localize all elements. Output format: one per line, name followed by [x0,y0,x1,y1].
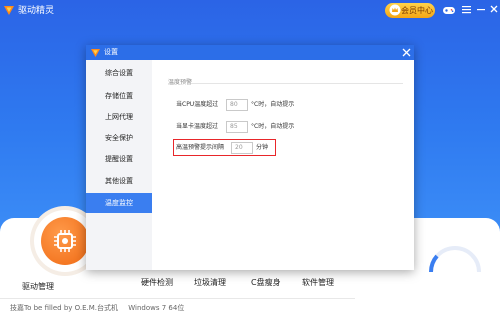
dialog-logo-icon [91,49,100,57]
nav-c-slim[interactable]: C盘瘦身 [251,277,281,289]
interval-input[interactable]: 20 [231,142,253,154]
menu-icon[interactable] [461,4,472,15]
gauge-icon [428,246,481,273]
footer-system-info: 技嘉To be filled by O.E.M.台式机 Windows 7 64… [10,303,192,313]
gamepad-icon[interactable] [442,3,456,17]
footer-model: 技嘉To be filled by O.E.M.台式机 [10,304,119,312]
interval-suffix: 分钟 [256,144,269,151]
nav-junk-clean[interactable]: 垃圾清理 [194,277,226,289]
gpu-temp-label: 当显卡温度超过 [176,123,219,130]
sidebar-item-security[interactable]: 安全保护 [86,128,152,148]
nav-software-manage[interactable]: 软件管理 [302,277,334,289]
sidebar-item-proxy[interactable]: 上网代理 [86,107,152,127]
section-title: 温度预警 [168,79,193,86]
dialog-title: 设置 [104,48,118,56]
sidebar-item-temperature[interactable]: 温度监控 [86,193,152,213]
close-icon[interactable] [489,4,499,14]
cpu-temp-label: 当CPU温度超过 [176,101,219,108]
settings-dialog: 设置 综合设置 存储位置 上网代理 安全保护 提醒设置 其他设置 温度监控 温度… [86,45,414,270]
cpu-temp-input[interactable]: 80 [226,99,248,111]
sidebar-item-general[interactable]: 综合设置 [86,63,152,83]
section-divider [191,83,403,84]
nav-driver-manage[interactable]: 驱动管理 [22,281,54,293]
chip-icon [54,230,76,252]
nav-divider [0,298,355,299]
sidebar-item-reminder[interactable]: 提醒设置 [86,149,152,169]
minimize-icon[interactable] [476,4,486,14]
nav-hardware-check[interactable]: 硬件检测 [141,277,173,289]
app-title: 驱动精灵 [18,6,55,16]
gpu-temp-input[interactable]: 85 [226,121,248,133]
cpu-temp-suffix: °C时，自动提示 [251,101,295,108]
dialog-titlebar[interactable] [86,45,414,60]
gpu-temp-suffix: °C时，自动提示 [251,123,295,130]
app-logo-icon [4,6,14,15]
crown-icon [389,4,401,16]
footer-os: Windows 7 64位 [128,304,185,312]
dialog-close-icon[interactable] [402,48,411,57]
sidebar-item-storage[interactable]: 存储位置 [86,86,152,106]
sidebar-item-other[interactable]: 其他设置 [86,171,152,191]
interval-label: 高温预警提示间隔 [176,144,225,151]
